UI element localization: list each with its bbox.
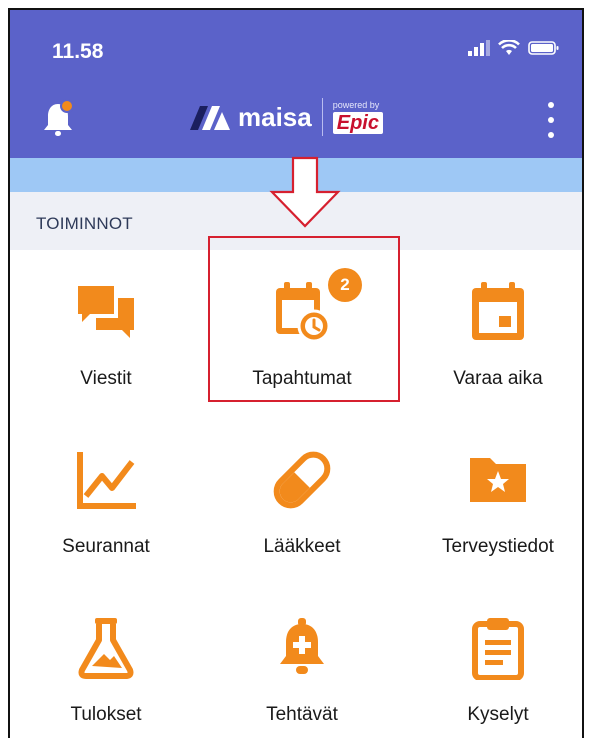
epic-logo: Epic [332, 112, 383, 134]
status-icons [468, 40, 560, 56]
brand-logo: maisa powered by Epic [188, 98, 383, 136]
tile-label: Viestit [80, 368, 132, 389]
line-chart-icon [77, 452, 136, 509]
maisa-logo-icon [190, 106, 230, 130]
highlight-box [208, 236, 400, 402]
pill-icon [273, 451, 331, 509]
kebab-menu-icon[interactable] [546, 102, 556, 138]
tile-label: Tehtävät [266, 704, 338, 725]
tile-kyselyt[interactable]: Kyselyt [402, 586, 582, 738]
signal-icon [468, 40, 490, 56]
brand-name: maisa [238, 101, 312, 132]
app-header: maisa powered by Epic [10, 80, 582, 158]
status-bar: 11.58 [10, 10, 582, 80]
battery-icon [528, 41, 559, 55]
powered-by-label: powered by [332, 100, 380, 110]
tile-label: Lääkkeet [263, 536, 341, 557]
notifications-button[interactable] [40, 98, 76, 140]
section-title: TOIMINNOT [36, 214, 133, 233]
tile-label: Terveystiedot [442, 536, 554, 557]
calendar-icon [472, 282, 524, 340]
wifi-icon [498, 40, 520, 55]
tile-label: Varaa aika [453, 368, 543, 389]
tile-varaa-aika[interactable]: Varaa aika [402, 250, 582, 410]
phone-frame: 11.58 maisa powered by Epic TOIMINNOT Vi… [8, 8, 584, 738]
chat-icon [78, 286, 134, 338]
bell-plus-icon [280, 618, 324, 674]
tile-seurannat[interactable]: Seurannat [10, 418, 202, 578]
tile-label: Seurannat [62, 536, 150, 557]
clipboard-icon [472, 618, 524, 680]
brand-divider [321, 98, 323, 136]
powered-by-epic: powered by Epic [332, 100, 383, 134]
annotation-arrow [269, 156, 341, 228]
tile-label: Kyselyt [467, 704, 529, 725]
status-time: 11.58 [52, 40, 104, 63]
flask-icon [78, 618, 134, 679]
tile-label: Tulokset [70, 704, 142, 725]
tile-viestit[interactable]: Viestit [10, 250, 202, 410]
bell-icon [44, 99, 74, 136]
folder-star-icon [470, 458, 526, 502]
tile-tulokset[interactable]: Tulokset [10, 586, 202, 738]
tile-terveystiedot[interactable]: Terveystiedot [402, 418, 582, 578]
tile-laakkeet[interactable]: Lääkkeet [206, 418, 398, 578]
tile-tehtavat[interactable]: Tehtävät [206, 586, 398, 738]
